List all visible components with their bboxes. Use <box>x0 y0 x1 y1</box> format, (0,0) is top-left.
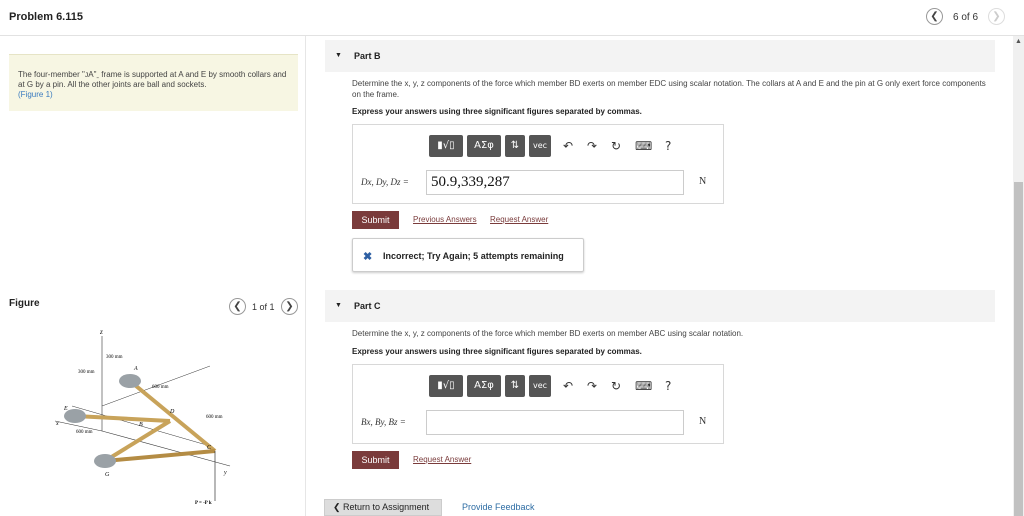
part-c-unit: N <box>699 416 707 427</box>
problem-statement: The four-member "ᴊA"ˍ frame is supported… <box>9 54 298 111</box>
member-EDC <box>74 414 171 423</box>
part-b-question: Determine the x, y, z components of the … <box>352 79 986 99</box>
help-icon[interactable]: ? <box>665 137 671 155</box>
part-b-answer-input[interactable]: 50.9,339,287 <box>426 170 684 195</box>
templates-button[interactable]: ▮√▯ <box>429 135 463 157</box>
chevron-right-icon: ❯ <box>992 11 1001 22</box>
part-c-instruction: Express your answers using three signifi… <box>352 347 642 356</box>
help-icon[interactable]: ? <box>665 377 671 395</box>
keyboard-icon[interactable]: ⌨ <box>635 137 652 155</box>
part-b-header[interactable]: ▼ Part B <box>325 40 995 72</box>
figure-count: 1 of 1 <box>252 302 275 312</box>
label-G: G <box>105 472 110 478</box>
reset-icon[interactable]: ↻ <box>611 137 621 155</box>
incorrect-x-icon: ✖ <box>363 251 373 263</box>
label-600b: 600 mm <box>206 415 223 420</box>
part-b-feedback: ✖ Incorrect; Try Again; 5 attempts remai… <box>352 238 584 272</box>
figure-next-button[interactable]: ❯ <box>281 298 298 315</box>
redo-icon[interactable]: ↷ <box>587 137 597 155</box>
sort-button[interactable]: ⇅ <box>505 375 525 397</box>
part-c-header[interactable]: ▼ Part C <box>325 290 995 322</box>
pin-G <box>94 454 116 468</box>
problem-text: The four-member "ᴊA"ˍ frame is supported… <box>18 70 287 89</box>
label-600a: 600 mm <box>152 385 169 390</box>
collapse-triangle-icon: ▼ <box>335 302 342 309</box>
page-count: 6 of 6 <box>953 12 979 23</box>
part-b-title: Part B <box>354 51 381 61</box>
label-600c: 600 mm <box>76 430 93 435</box>
part-b-answer-label: Dx, Dy, Dz = <box>361 177 409 187</box>
keyboard-icon[interactable]: ⌨ <box>635 377 652 395</box>
vec-button[interactable]: vec <box>529 375 551 397</box>
label-D: D <box>169 409 175 415</box>
part-b-instruction: Express your answers using three signifi… <box>352 107 642 116</box>
part-b-request-answer-link[interactable]: Request Answer <box>490 215 548 224</box>
provide-feedback-link[interactable]: Provide Feedback <box>462 502 535 512</box>
part-b-submit-button[interactable]: Submit <box>352 211 399 229</box>
undo-icon[interactable]: ↶ <box>563 377 573 395</box>
figure-prev-button[interactable]: ❮ <box>229 298 246 315</box>
collapse-triangle-icon: ▼ <box>335 52 342 59</box>
main-panel: ▼ Part B Determine the x, y, z component… <box>307 36 1013 516</box>
templates-button[interactable]: ▮√▯ <box>429 375 463 397</box>
problem-title: Problem 6.115 <box>9 11 83 23</box>
vec-button[interactable]: vec <box>529 135 551 157</box>
part-b-answer-box: ▮√▯ ΑΣφ ⇅ vec ↶ ↷ ↻ ⌨ ? Dx, Dy, Dz = 50.… <box>352 124 724 204</box>
scroll-thumb[interactable] <box>1014 182 1023 516</box>
prev-page-button[interactable]: ❮ <box>926 8 943 25</box>
part-c-answer-input[interactable] <box>426 410 684 435</box>
part-c-request-answer-link[interactable]: Request Answer <box>413 455 471 464</box>
label-P: P = -P k <box>195 501 212 506</box>
chevron-right-icon: ❯ <box>285 301 294 312</box>
collar-A <box>119 374 141 388</box>
part-b-unit: N <box>699 176 707 187</box>
chevron-left-icon: ❮ <box>930 11 939 22</box>
scroll-up-icon[interactable]: ▲ <box>1015 38 1022 45</box>
next-page-button[interactable]: ❯ <box>988 8 1005 25</box>
part-c-answer-label: Bx, By, Bz = <box>361 417 406 427</box>
return-to-assignment-button[interactable]: ❮ Return to Assignment <box>324 499 442 516</box>
reset-icon[interactable]: ↻ <box>611 377 621 395</box>
label-y: y <box>223 470 227 476</box>
redo-icon[interactable]: ↷ <box>587 377 597 395</box>
label-300b: 300 mm <box>78 370 95 375</box>
greek-button[interactable]: ΑΣφ <box>467 375 501 397</box>
member-ABC <box>128 379 217 453</box>
scrollbar[interactable]: ▲ <box>1013 36 1024 516</box>
figure-link[interactable]: (Figure 1) <box>18 90 53 99</box>
part-c-answer-box: ▮√▯ ΑΣφ ⇅ vec ↶ ↷ ↻ ⌨ ? Bx, By, Bz = <box>352 364 724 444</box>
label-A: A <box>133 366 138 372</box>
feedback-message: Incorrect; Try Again; 5 attempts remaini… <box>383 251 564 261</box>
part-c-submit-button[interactable]: Submit <box>352 451 399 469</box>
label-E: E <box>63 406 68 412</box>
undo-icon[interactable]: ↶ <box>563 137 573 155</box>
frame-figure: z 300 mm 300 mm 600 mm 600 mm 600 mm A B… <box>54 328 231 506</box>
figure-heading: Figure <box>9 298 40 309</box>
previous-answers-link[interactable]: Previous Answers <box>413 215 477 224</box>
left-panel: The four-member "ᴊA"ˍ frame is supported… <box>0 36 306 516</box>
part-c-question: Determine the x, y, z components of the … <box>352 329 744 338</box>
label-x: x <box>55 421 59 427</box>
chevron-left-icon: ❮ <box>233 301 242 312</box>
greek-button[interactable]: ΑΣφ <box>467 135 501 157</box>
top-bar: Problem 6.115 ❮ 6 of 6 ❯ <box>0 0 1024 36</box>
part-c-title: Part C <box>354 301 381 311</box>
label-B: B <box>139 422 143 428</box>
label-300a: 300 mm <box>106 355 123 360</box>
label-z: z <box>99 328 103 336</box>
sort-button[interactable]: ⇅ <box>505 135 525 157</box>
